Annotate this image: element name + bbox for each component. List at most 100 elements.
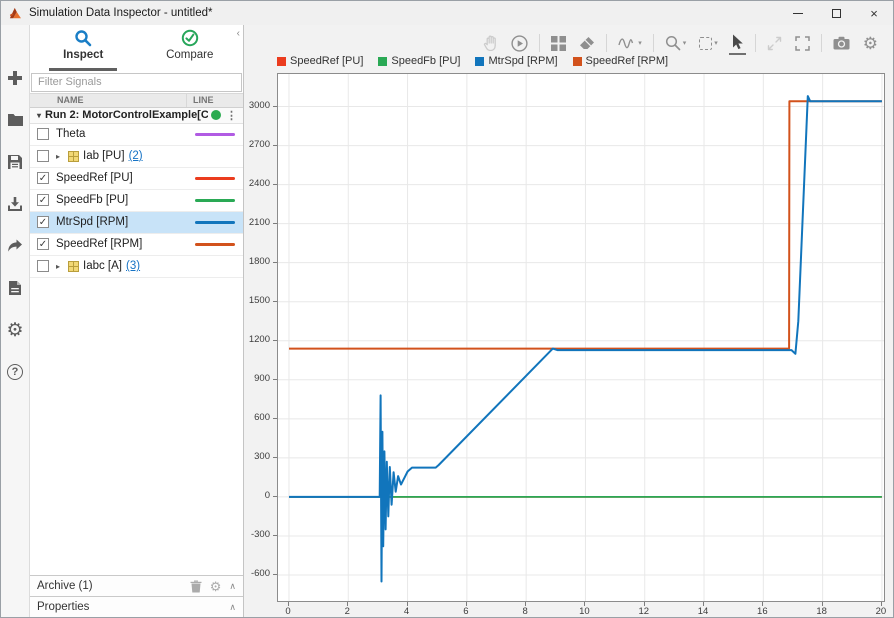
sync-views-button[interactable]	[765, 34, 784, 53]
signal-trace-button[interactable]: ▾	[616, 34, 644, 53]
subplot-layout-button[interactable]	[549, 34, 568, 53]
table-row[interactable]: SpeedFb [PU]	[30, 190, 243, 212]
line-style-swatch[interactable]	[195, 177, 235, 180]
camera-icon	[833, 36, 850, 50]
channel-count-link[interactable]: (2)	[129, 150, 143, 162]
time-plot[interactable]	[277, 73, 885, 602]
axis-tick-label: 0	[240, 490, 270, 501]
help-button[interactable]: ?	[3, 359, 27, 385]
table-row[interactable]: SpeedRef [RPM]	[30, 234, 243, 256]
axis-tick-label: 6	[451, 606, 481, 617]
axis-tick-label: 12	[629, 606, 659, 617]
properties-bar[interactable]: Properties ∧	[30, 596, 243, 617]
replay-button[interactable]	[509, 33, 530, 54]
line-style-swatch[interactable]	[195, 133, 235, 136]
axis-tick-label: 1200	[240, 334, 270, 345]
run-menu-icon[interactable]: ⋮	[224, 109, 239, 122]
tab-inspect[interactable]: Inspect	[30, 29, 137, 71]
preferences-button[interactable]: ⚙	[3, 317, 27, 343]
export-button[interactable]	[3, 233, 27, 259]
filter-signals-input[interactable]	[31, 73, 242, 92]
open-button[interactable]	[3, 107, 27, 133]
axis-tick	[881, 602, 882, 606]
axis-tick-label: 2400	[240, 178, 270, 189]
visibility-checkbox[interactable]	[37, 128, 49, 140]
close-button[interactable]: ×	[855, 1, 893, 25]
signal-sidebar: ‹ Inspect Compare NAME LINE ▾	[30, 25, 244, 617]
line-style-swatch[interactable]	[195, 221, 235, 224]
table-row[interactable]: SpeedRef [PU]	[30, 168, 243, 190]
visibility-checkbox[interactable]	[37, 194, 49, 206]
archive-settings-icon[interactable]: ⚙	[210, 580, 222, 593]
axis-tick-label: 2100	[240, 217, 270, 228]
tab-compare[interactable]: Compare	[137, 29, 244, 71]
legend-item[interactable]: SpeedFb [PU]	[378, 55, 460, 67]
table-row[interactable]: ▸ Iabc [A] (3)	[30, 256, 243, 278]
column-line: LINE	[186, 94, 243, 107]
axis-tick-label: 2700	[240, 139, 270, 150]
zoom-button[interactable]: ▾	[663, 33, 689, 53]
pan-button[interactable]	[481, 33, 500, 53]
axis-tick	[407, 602, 408, 606]
axis-tick-label: 1500	[240, 295, 270, 306]
run-group-row[interactable]: ▾ Run 2: MotorControlExample[Current ⋮	[30, 108, 243, 124]
fullscreen-button[interactable]	[793, 34, 812, 53]
axis-tick	[762, 602, 763, 606]
pointer-button[interactable]	[729, 32, 746, 55]
save-button[interactable]	[3, 149, 27, 175]
new-button[interactable]	[3, 65, 27, 91]
app-window: Simulation Data Inspector - untitled* ×	[0, 0, 894, 618]
visibility-checkbox[interactable]	[37, 260, 49, 272]
search-icon	[74, 29, 92, 47]
axis-tick-label: 16	[747, 606, 777, 617]
table-row[interactable]: MtrSpd [RPM]	[30, 212, 243, 234]
visibility-checkbox[interactable]	[37, 150, 49, 162]
collapse-properties-icon[interactable]: ∧	[229, 602, 236, 613]
create-report-button[interactable]	[3, 275, 27, 301]
axis-tick	[288, 602, 289, 606]
snapshot-button[interactable]	[831, 34, 852, 52]
legend-item[interactable]: SpeedRef [PU]	[277, 55, 363, 67]
matrix-signal-icon	[68, 151, 79, 162]
table-row[interactable]: ▸ Iab [PU] (2)	[30, 146, 243, 168]
signal-name: Iab [PU]	[83, 150, 125, 162]
axis-tick	[822, 602, 823, 606]
trash-icon[interactable]	[190, 580, 202, 593]
axis-tick-label: 3000	[240, 100, 270, 111]
run-label: Run 2: MotorControlExample[Current	[45, 109, 208, 121]
visibility-checkbox[interactable]	[37, 216, 49, 228]
legend-item[interactable]: SpeedRef [RPM]	[573, 55, 669, 67]
minimize-icon	[793, 13, 803, 14]
folder-icon	[7, 113, 24, 127]
collapse-archive-icon[interactable]: ∧	[229, 581, 236, 592]
archive-bar[interactable]: Archive (1) ⚙ ∧	[30, 575, 243, 596]
fit-to-view-button[interactable]: ▾	[697, 35, 720, 52]
plot-canvas[interactable]	[278, 74, 884, 601]
table-row[interactable]: Theta	[30, 124, 243, 146]
clear-subplots-button[interactable]	[577, 34, 597, 53]
axis-tick-label: 4	[392, 606, 422, 617]
expander-icon[interactable]: ▸	[56, 262, 64, 271]
signal-name: SpeedRef [RPM]	[56, 238, 186, 250]
line-style-swatch[interactable]	[195, 199, 235, 202]
axis-tick-label: 0	[273, 606, 303, 617]
visibility-checkbox[interactable]	[37, 238, 49, 250]
archive-label: Archive (1)	[37, 580, 182, 592]
axis-tick-label: 300	[240, 451, 270, 462]
minimize-button[interactable]	[779, 1, 817, 25]
signal-name: MtrSpd [RPM]	[56, 216, 186, 228]
plot-legend: SpeedRef [PU] SpeedFb [PU] MtrSpd [RPM] …	[277, 55, 668, 67]
legend-item[interactable]: MtrSpd [RPM]	[475, 55, 557, 67]
caret-down-icon[interactable]: ▾	[37, 111, 41, 120]
magnifier-icon	[665, 35, 681, 51]
import-button[interactable]	[3, 191, 27, 217]
maximize-button[interactable]	[817, 1, 855, 25]
dropdown-caret-icon: ▾	[714, 39, 718, 47]
axis-tick	[584, 602, 585, 606]
visibility-checkbox[interactable]	[37, 172, 49, 184]
visualization-settings-button[interactable]: ⚙	[861, 33, 880, 54]
tab-inspect-label: Inspect	[63, 49, 103, 61]
line-style-swatch[interactable]	[195, 243, 235, 246]
expander-icon[interactable]: ▸	[56, 152, 64, 161]
channel-count-link[interactable]: (3)	[126, 260, 140, 272]
